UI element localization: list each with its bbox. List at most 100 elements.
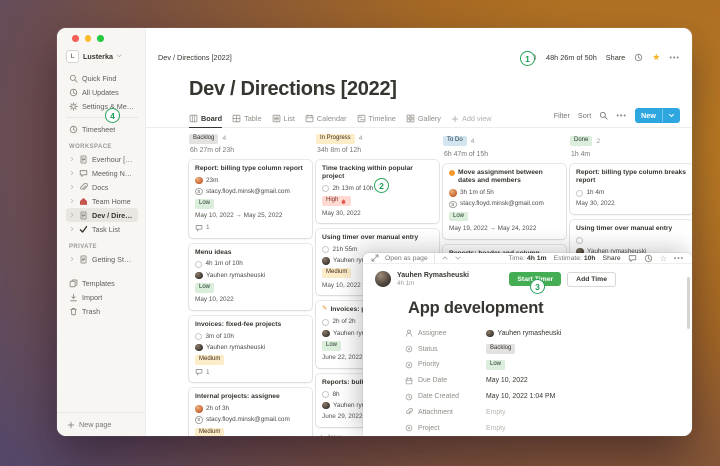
new-page-label: New page <box>79 420 111 429</box>
modal-scrollbar[interactable] <box>687 277 690 329</box>
chevron-right-icon[interactable] <box>69 156 75 162</box>
add-view-button[interactable]: Add view <box>451 114 492 127</box>
zoom-window-button[interactable] <box>97 35 104 42</box>
board-card[interactable]: Report: billing type column breaks repor… <box>570 164 692 214</box>
chevron-right-icon[interactable] <box>69 226 75 232</box>
more-icon[interactable]: ••• <box>669 53 680 62</box>
column-name-badge[interactable]: Backlog <box>189 134 218 144</box>
property-row-status[interactable]: StatusBacklog <box>404 341 692 357</box>
share-button[interactable]: Share <box>606 53 625 62</box>
user-name: Yauhen Rymasheuski <box>397 272 469 281</box>
tab-label: Table <box>244 114 261 123</box>
timer-icon[interactable] <box>322 391 329 398</box>
sidebar-item-label: Import <box>82 293 102 302</box>
sidebar-item-docs[interactable]: Docs <box>66 180 138 194</box>
new-page-button[interactable]: New page <box>57 412 145 436</box>
open-as-page-button[interactable]: Open as page <box>385 255 428 262</box>
sidebar-item-label: Team Home <box>92 197 131 206</box>
sort-button[interactable]: Sort <box>578 111 591 120</box>
add-time-button[interactable]: Add Time <box>567 272 616 287</box>
timer-icon[interactable] <box>322 185 329 192</box>
column-name-badge[interactable]: Done <box>570 136 592 146</box>
task-title[interactable]: App development <box>408 299 692 318</box>
view-more-icon[interactable]: ••• <box>616 111 627 120</box>
card-time-row <box>576 237 687 244</box>
timer-icon[interactable] <box>195 261 202 268</box>
sidebar-item-task-list[interactable]: Task List <box>66 222 138 236</box>
tab-gallery[interactable]: Gallery <box>406 114 441 127</box>
property-row-due-date[interactable]: Due DateMay 10, 2022 <box>404 373 692 389</box>
sidebar-item-getting-started[interactable]: Getting Started <box>66 252 138 266</box>
timer-icon[interactable] <box>195 333 202 340</box>
comment-icon[interactable] <box>628 254 637 263</box>
property-row-project[interactable]: ProjectEmpty <box>404 420 692 436</box>
timer-icon[interactable] <box>322 319 329 326</box>
column-name-badge[interactable]: To Do <box>443 136 467 146</box>
sidebar-section-title: PRIVATE <box>69 244 135 250</box>
sidebar-item-import[interactable]: Import <box>66 290 138 304</box>
property-row-attachment[interactable]: AttachmentEmpty <box>404 404 692 420</box>
board-card[interactable]: Internal projects: assignee2h of 3hSstac… <box>189 388 312 436</box>
minimize-window-button[interactable] <box>85 35 92 42</box>
sidebar-item-templates[interactable]: Templates <box>66 276 138 290</box>
task-properties: AssigneeYauhen rymasheuskiStatusBacklogP… <box>363 325 692 436</box>
sidebar-item-timesheet[interactable]: Timesheet <box>66 122 138 136</box>
avatar <box>195 177 203 185</box>
close-window-button[interactable] <box>72 35 79 42</box>
plus-icon <box>67 421 75 429</box>
board-card[interactable]: Report: billing type column report23mSst… <box>189 160 312 238</box>
tab-calendar[interactable]: Calendar <box>305 114 347 127</box>
filter-button[interactable]: Filter <box>554 111 570 120</box>
tab-table[interactable]: Table <box>232 114 261 127</box>
chevron-right-icon[interactable] <box>69 170 75 176</box>
property-row-assignee[interactable]: AssigneeYauhen rymasheuski <box>404 325 692 341</box>
time-label: Time: <box>508 255 525 262</box>
star-outline-icon[interactable]: ☆ <box>660 254 667 263</box>
tab-list[interactable]: List <box>272 114 295 127</box>
timer-icon[interactable] <box>576 237 583 244</box>
chevron-right-icon[interactable] <box>69 198 75 204</box>
search-icon[interactable] <box>599 111 608 120</box>
sidebar-item-dev-directions-2022-[interactable]: Dev / Directions [2022] <box>66 208 138 222</box>
timer-icon[interactable] <box>322 246 329 253</box>
new-button[interactable]: New <box>635 108 680 123</box>
page-time-total[interactable]: 48h 26m of 50h <box>546 53 597 62</box>
sidebar-item-trash[interactable]: Trash <box>66 304 138 318</box>
timer-icon[interactable] <box>576 190 583 197</box>
modal-share-button[interactable]: Share <box>603 255 621 262</box>
board-card[interactable]: Menu ideas4h 1m of 10hYauhen rymasheuski… <box>189 244 312 310</box>
tab-timeline[interactable]: Timeline <box>357 114 396 127</box>
chevron-down-icon[interactable] <box>662 109 680 122</box>
sidebar-item-all-updates[interactable]: All Updates <box>66 85 138 99</box>
t-calendar-icon <box>305 114 314 123</box>
next-record-button[interactable] <box>454 254 462 262</box>
chevron-right-icon[interactable] <box>69 184 75 190</box>
prev-record-button[interactable] <box>441 254 449 262</box>
card-title-text: Internal projects: assignee <box>195 393 280 401</box>
star-icon[interactable]: ★ <box>652 53 660 62</box>
property-row-priority[interactable]: PriorityLow <box>404 357 692 373</box>
breadcrumb[interactable]: Dev / Directions [2022] <box>158 53 232 62</box>
property-label: Date Created <box>404 393 486 401</box>
workspace-switcher[interactable]: L Lusterka ⌵ <box>66 50 138 63</box>
column-name-badge[interactable]: In Progress <box>316 134 355 144</box>
sidebar-item-meeting-notes[interactable]: Meeting Notes <box>66 166 138 180</box>
sidebar-item-quick-find[interactable]: Quick Find <box>66 71 138 85</box>
clock-icon[interactable] <box>634 53 643 62</box>
sidebar-item-settings-members[interactable]: Settings & Members <box>66 99 138 113</box>
sidebar-item-team-home[interactable]: Team Home <box>66 194 138 208</box>
chevron-right-icon[interactable] <box>69 256 75 262</box>
tab-board[interactable]: Board <box>189 114 222 128</box>
board-card[interactable]: Move assignment between dates and member… <box>443 164 566 239</box>
page-title: Dev / Directions [2022] <box>189 78 692 101</box>
board-card[interactable]: Invoices: fixed-fee projects3m of 10hYau… <box>189 316 312 383</box>
status-icon <box>404 345 413 353</box>
priority-badge-label: Medium <box>199 356 220 364</box>
card-title: Invoices: fixed-fee projects <box>195 321 306 329</box>
column-count: 4 <box>359 135 363 142</box>
chevron-right-icon[interactable] <box>69 212 75 218</box>
sidebar-item-everhour-2022-view-[interactable]: Everhour [2022] View ... <box>66 152 138 166</box>
clock-icon[interactable] <box>644 254 653 263</box>
modal-more-icon[interactable]: ••• <box>674 255 684 262</box>
property-row-date-created[interactable]: Date CreatedMay 10, 2022 1:04 PM <box>404 389 692 405</box>
